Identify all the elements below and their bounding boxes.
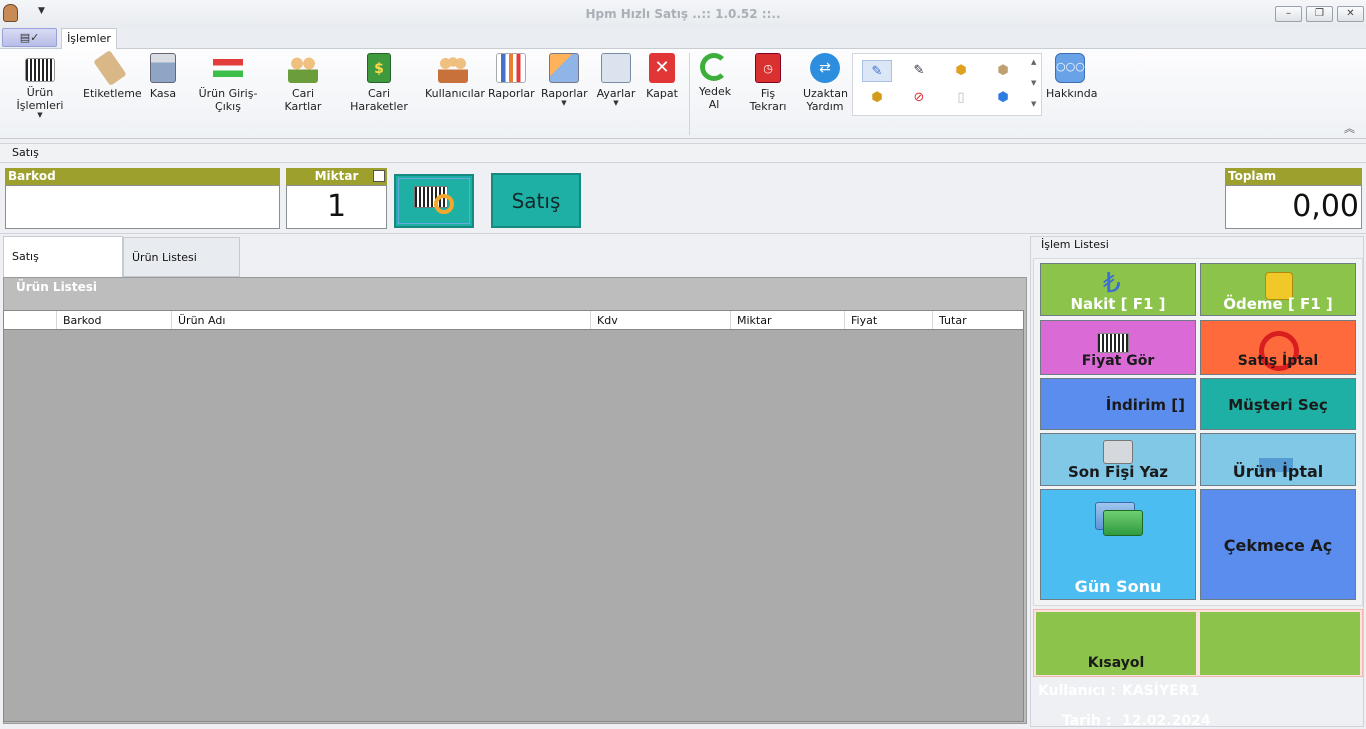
ribbon-separator xyxy=(689,53,690,135)
kasa-button[interactable]: Kasa xyxy=(146,53,180,100)
date-label: Tarih : xyxy=(1062,713,1112,729)
uzaktan-yardim-button[interactable]: ⇄ Uzaktan Yardım xyxy=(801,53,849,113)
date-value: 12.02.2024 xyxy=(1122,713,1211,729)
column-miktar[interactable]: Miktar xyxy=(730,311,845,329)
group-icon xyxy=(438,53,468,83)
raporlar-button[interactable]: Raporlar xyxy=(488,53,535,100)
fis-tekrari-button[interactable]: ◷ Fiş Tekrarı xyxy=(741,53,795,113)
miktar-input[interactable]: 1 xyxy=(286,185,387,229)
credit-card-icon xyxy=(1103,510,1143,536)
column-barkod[interactable]: Barkod xyxy=(56,311,172,329)
kullanicilar-button[interactable]: Kullanıcılar xyxy=(425,53,485,100)
report-icon xyxy=(549,53,579,83)
column-urun-adi[interactable]: Ürün Adı xyxy=(171,311,591,329)
urun-giris-cikis-button[interactable]: Ürün Giriş-Çıkış xyxy=(190,53,266,113)
gallery-scroll-down-icon[interactable]: ▼ xyxy=(1031,79,1036,87)
edit-icon[interactable]: ✎ xyxy=(862,60,892,82)
window-title: Hpm Hızlı Satış ..:: 1.0.52 ::.. xyxy=(585,7,781,21)
calculator-icon xyxy=(150,53,176,83)
ribbon-tab-row xyxy=(0,28,1366,49)
satis-button[interactable]: Satış xyxy=(491,173,581,228)
cari-haraketler-button[interactable]: $ Cari Haraketler xyxy=(341,53,417,113)
son-fisi-yaz-tile[interactable]: Son Fişi Yaz xyxy=(1040,433,1196,486)
package-icon[interactable]: ⬢ xyxy=(862,87,892,109)
remote-icon: ⇄ xyxy=(810,53,840,83)
hakkinda-button[interactable]: ○○○ Hakkında xyxy=(1046,53,1098,100)
magnifier-icon xyxy=(434,194,454,214)
gallery-scroll-up-icon[interactable]: ▲ xyxy=(1031,58,1036,66)
package-icon[interactable]: ⬢ xyxy=(988,60,1018,82)
chevron-down-icon: ▼ xyxy=(613,99,619,107)
package-icon[interactable]: ⬢ xyxy=(946,60,976,82)
close-icon: ✕ xyxy=(649,53,675,83)
etiketleme-button[interactable]: Etiketleme xyxy=(83,49,142,100)
grid-header: Barkod Ürün Adı Kdv Miktar Fiyat Tutar xyxy=(3,310,1024,330)
barkod-panel: Barkod xyxy=(5,168,280,229)
gun-sonu-tile[interactable]: Gün Sonu xyxy=(1040,489,1196,600)
divider xyxy=(0,233,1366,234)
minimize-button[interactable]: – xyxy=(1275,6,1302,22)
money-icon: $ xyxy=(367,53,391,83)
shortcut-empty-tile[interactable] xyxy=(1200,612,1360,675)
kisayol-tile[interactable]: Kısayol xyxy=(1036,612,1196,675)
refresh-icon xyxy=(700,53,728,81)
toplam-label: Toplam xyxy=(1225,168,1362,185)
cari-kartlar-button[interactable]: Cari Kartlar xyxy=(274,53,332,113)
column-fiyat[interactable]: Fiyat xyxy=(844,311,933,329)
printer-icon xyxy=(1103,440,1133,464)
section-title: Satış xyxy=(0,143,1366,163)
tab-satis[interactable]: Satış xyxy=(3,236,123,277)
chart-icon xyxy=(496,53,526,83)
speech-icon: ○○○ xyxy=(1055,53,1085,83)
miktar-checkbox[interactable] xyxy=(373,170,385,182)
barcode-icon xyxy=(25,58,55,82)
miktar-label: Miktar xyxy=(286,168,387,185)
islem-title: İşlem Listesi xyxy=(1041,238,1109,251)
toplam-panel: Toplam 0,00 xyxy=(1225,168,1362,229)
cekmece-ac-tile[interactable]: Çekmece Aç xyxy=(1200,489,1356,600)
user-value: KASİYER1 xyxy=(1122,683,1200,699)
tab-islemler[interactable]: İşlemler xyxy=(61,28,117,49)
edit-icon[interactable]: ✎ xyxy=(904,60,934,82)
close-button[interactable]: ✕ xyxy=(1337,6,1364,22)
ayarlar-button[interactable]: Ayarlar ▼ xyxy=(595,53,637,107)
grid-title: Ürün Listesi xyxy=(16,280,97,294)
settings-icon xyxy=(601,53,631,83)
block-icon[interactable]: ⊘ xyxy=(904,87,934,109)
tab-urun-listesi[interactable]: Ürün Listesi xyxy=(123,237,240,277)
ribbon-collapse-icon[interactable]: ︽ xyxy=(1344,120,1355,136)
clock-icon: ◷ xyxy=(755,53,781,83)
grid-body[interactable] xyxy=(3,330,1024,722)
chevron-down-icon: ▼ xyxy=(561,99,567,107)
nakit-tile[interactable]: ₺ Nakit [ F1 ] xyxy=(1040,263,1196,316)
odeme-tile[interactable]: Ödeme [ F1 ] xyxy=(1200,263,1356,316)
column-tutar[interactable]: Tutar xyxy=(932,311,1022,329)
tag-icon xyxy=(93,49,127,87)
yedek-al-button[interactable]: Yedek Al xyxy=(694,53,734,111)
user-label: Kullanıcı : xyxy=(1038,683,1116,699)
miktar-panel: Miktar 1 xyxy=(286,168,387,229)
barkod-label: Barkod xyxy=(5,168,280,185)
toplam-value: 0,00 xyxy=(1225,185,1362,229)
package-icon[interactable]: ⬢ xyxy=(988,87,1018,109)
users-icon xyxy=(288,53,318,83)
restore-button[interactable]: ❐ xyxy=(1306,6,1333,22)
document-icon[interactable]: ▯ xyxy=(946,87,976,109)
barkod-input[interactable] xyxy=(5,185,280,229)
raporlar-dropdown-button[interactable]: Raporlar ▼ xyxy=(541,53,588,107)
price-check-button[interactable] xyxy=(394,174,474,228)
satis-iptal-tile[interactable]: Satış İptal xyxy=(1200,320,1356,375)
urun-islemleri-button[interactable]: Ürün İşlemleri ▼ xyxy=(4,53,76,119)
musteri-sec-tile[interactable]: Müşteri Seç xyxy=(1200,378,1356,430)
column-kdv[interactable]: Kdv xyxy=(590,311,731,329)
chevron-down-icon: ▼ xyxy=(37,111,43,119)
arrows-icon xyxy=(213,53,243,83)
indirim-tile[interactable]: İndirim [] xyxy=(1040,378,1196,430)
urun-iptal-tile[interactable]: Ürün İptal xyxy=(1200,433,1356,486)
app-menu-button[interactable]: ▤✓ xyxy=(2,28,57,47)
gallery-expand-icon[interactable]: ▼ xyxy=(1031,100,1036,108)
barcode-search-icon xyxy=(1097,333,1129,353)
fiyat-gor-tile[interactable]: Fiyat Gör xyxy=(1040,320,1196,375)
kapat-button[interactable]: ✕ Kapat xyxy=(645,53,679,100)
